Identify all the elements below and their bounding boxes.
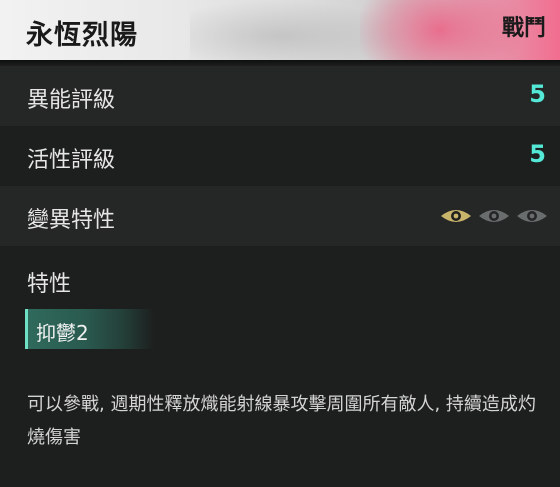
unit-detail-panel: 永恆烈陽 戰鬥 異能評級 5 活性評級 5 變異特性 特性 抑鬱2 可以參戰, … [0, 0, 560, 487]
stat-row-mutation-trait: 變異特性 [0, 186, 560, 246]
stat-label: 變異特性 [27, 208, 116, 233]
stat-value: 5 [529, 80, 546, 108]
header-pink-glow [360, 0, 520, 60]
header-bar: 永恆烈陽 戰鬥 [0, 0, 560, 60]
unit-title: 永恆烈陽 [26, 20, 138, 51]
stat-row-activity-rating: 活性評級 5 [0, 126, 560, 186]
trait-chip-label: 抑鬱2 [36, 321, 89, 345]
unit-description: 可以參戰, 週期性釋放熾能射線暴攻擊周圍所有敵人, 持續造成灼燒傷害 [27, 394, 536, 448]
mutation-eye-indicators [440, 206, 548, 226]
stat-row-ability-rating: 異能評級 5 [0, 66, 560, 126]
eye-icon-inactive [517, 210, 547, 222]
unit-type-tag: 戰鬥 [501, 16, 546, 41]
trait-chip-depression[interactable]: 抑鬱2 [25, 309, 155, 349]
eye-icon-active [441, 210, 471, 222]
stat-label: 異能評級 [27, 88, 116, 113]
stat-label: 活性評級 [27, 148, 116, 173]
traits-section-title: 特性 [27, 272, 72, 297]
eye-icon-inactive [479, 210, 509, 222]
stat-value: 5 [529, 140, 546, 168]
